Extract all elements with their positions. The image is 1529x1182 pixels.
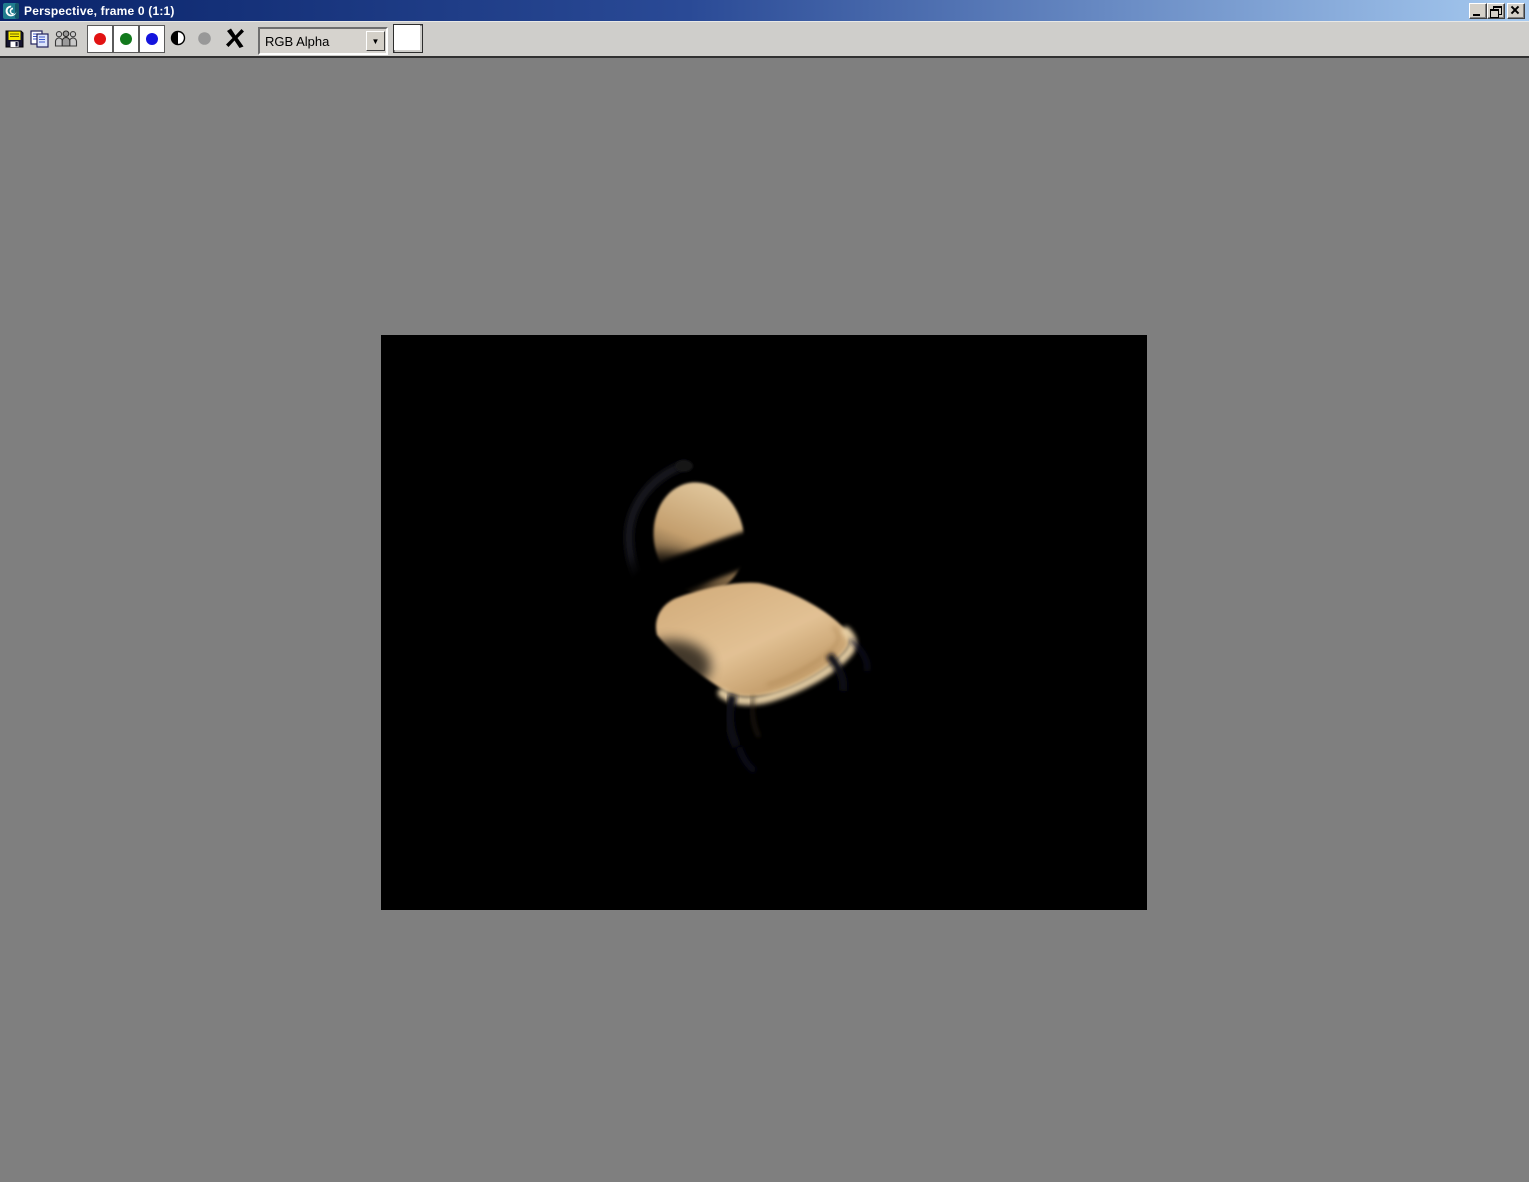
- green-channel-icon: [120, 33, 132, 45]
- clone-figures-icon: [54, 29, 78, 47]
- minimize-icon: [1473, 14, 1480, 16]
- chair-render: [381, 335, 1147, 910]
- channel-display-value: RGB Alpha: [265, 33, 330, 49]
- channel-display-dropdown[interactable]: RGB Alpha ▼: [258, 27, 388, 55]
- blue-channel-button[interactable]: [139, 25, 165, 53]
- blue-channel-icon: [146, 33, 158, 45]
- floppy-disk-icon: [5, 30, 23, 47]
- clone-window-button[interactable]: [53, 29, 79, 48]
- copy-bitmap-button[interactable]: [29, 29, 51, 48]
- clear-button[interactable]: [222, 25, 248, 51]
- alpha-channel-icon: [170, 30, 186, 46]
- rendered-image[interactable]: [381, 335, 1147, 910]
- clear-color-swatch[interactable]: [393, 24, 423, 53]
- save-bitmap-button[interactable]: [4, 29, 24, 48]
- restore-button[interactable]: [1487, 3, 1505, 19]
- monochrome-button[interactable]: [191, 25, 217, 51]
- red-channel-icon: [94, 33, 106, 45]
- titlebar: Perspective, frame 0 (1:1): [0, 0, 1529, 21]
- swatch-color: [394, 25, 420, 50]
- close-button[interactable]: [1507, 3, 1525, 19]
- viewport-background: [0, 57, 1529, 1182]
- toolbar: RGB Alpha ▼: [0, 21, 1529, 58]
- green-channel-button[interactable]: [113, 25, 139, 53]
- clear-x-icon: [226, 28, 244, 48]
- app-icon: [3, 2, 19, 19]
- window-title: Perspective, frame 0 (1:1): [24, 3, 175, 18]
- window-controls: [1467, 3, 1525, 19]
- monochrome-icon: [197, 31, 211, 45]
- alpha-channel-button[interactable]: [165, 25, 191, 51]
- red-channel-button[interactable]: [87, 25, 113, 53]
- chevron-down-icon[interactable]: ▼: [366, 31, 385, 51]
- minimize-button[interactable]: [1469, 3, 1487, 19]
- copy-icon: [30, 29, 49, 48]
